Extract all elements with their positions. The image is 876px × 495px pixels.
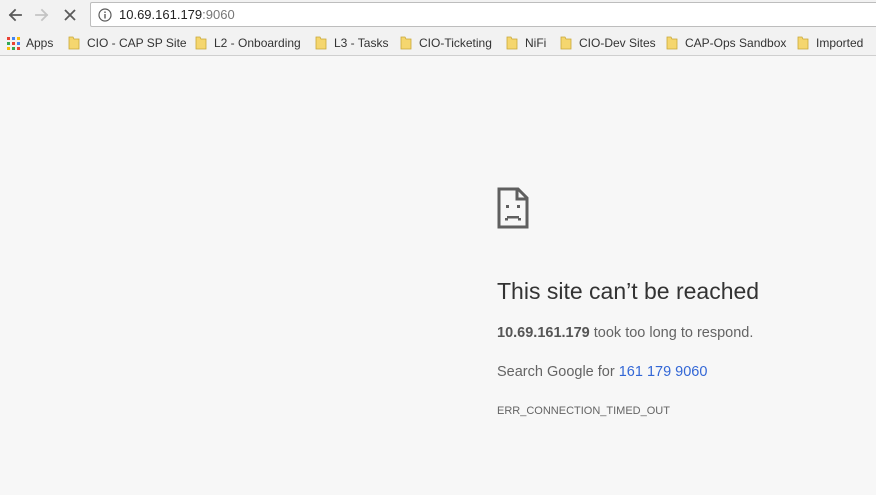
bookmark-label: L2 - Onboarding	[214, 36, 301, 50]
search-google-link[interactable]: 161 179 9060	[619, 364, 708, 380]
folder-icon	[195, 36, 207, 50]
folder-icon	[315, 36, 327, 50]
error-title: This site can’t be reached	[497, 278, 760, 304]
url-text[interactable]: 10.69.161.179:9060	[119, 7, 235, 22]
error-host: 10.69.161.179	[497, 325, 590, 341]
stop-icon	[64, 9, 76, 21]
folder-icon	[666, 36, 678, 50]
apps-grid-icon	[7, 36, 20, 50]
bookmark-imported[interactable]: Imported	[797, 34, 863, 52]
error-page: This site can’t be reached 10.69.161.179…	[0, 57, 876, 495]
search-prefix: Search Google for	[497, 364, 619, 380]
bookmark-nifi[interactable]: NiFi	[506, 34, 546, 52]
bookmark-cio-dev-sites[interactable]: CIO-Dev Sites	[560, 34, 656, 52]
back-button[interactable]	[3, 3, 27, 27]
bookmark-label: Imported	[816, 36, 864, 50]
bookmark-label: Apps	[26, 36, 54, 50]
bookmark-apps[interactable]: Apps	[7, 34, 53, 52]
bookmark-l2-onboarding[interactable]: L2 - Onboarding	[195, 34, 301, 52]
bookmark-label: CAP-Ops Sandbox	[685, 36, 787, 50]
bookmark-label: NiFi	[525, 36, 547, 50]
folder-icon	[560, 36, 572, 50]
bookmark-cio-cap-sp-site[interactable]: CIO - CAP SP Site	[68, 34, 187, 52]
back-arrow-icon	[8, 8, 22, 22]
bookmark-cio-ticketing[interactable]: CIO-Ticketing	[400, 34, 492, 52]
folder-icon	[68, 36, 80, 50]
search-suggestion: Search Google for 161 179 9060	[497, 364, 707, 380]
folder-icon	[506, 36, 518, 50]
address-bar[interactable]: 10.69.161.179:9060	[90, 2, 876, 27]
browser-toolbar: 10.69.161.179:9060	[0, 0, 876, 29]
bookmarks-bar: Apps CIO - CAP SP Site L2 - Onboarding L…	[0, 29, 876, 56]
stop-button[interactable]	[58, 3, 82, 27]
error-code: ERR_CONNECTION_TIMED_OUT	[497, 405, 670, 417]
info-icon[interactable]	[98, 8, 112, 22]
folder-icon	[400, 36, 412, 50]
error-detail-text: took too long to respond.	[589, 325, 754, 341]
url-port: :9060	[202, 7, 235, 22]
sad-page-icon	[497, 187, 529, 229]
folder-icon	[797, 36, 809, 50]
url-host: 10.69.161.179	[119, 7, 203, 22]
bookmark-l3-tasks[interactable]: L3 - Tasks	[315, 34, 388, 52]
error-detail: 10.69.161.179 took too long to respond.	[497, 325, 753, 341]
bookmark-label: CIO-Dev Sites	[579, 36, 656, 50]
forward-button[interactable]	[30, 3, 54, 27]
bookmark-cap-ops-sandbox[interactable]: CAP-Ops Sandbox	[666, 34, 786, 52]
bookmark-label: CIO-Ticketing	[419, 36, 492, 50]
bookmark-label: L3 - Tasks	[334, 36, 389, 50]
bookmark-label: CIO - CAP SP Site	[87, 36, 187, 50]
forward-arrow-icon	[35, 8, 49, 22]
